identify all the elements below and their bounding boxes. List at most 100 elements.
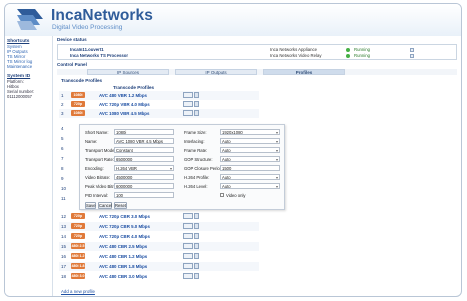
- profile-badge: 480i 2.5: [71, 243, 85, 249]
- profile-edit-button[interactable]: [183, 101, 193, 107]
- frame-rate-value: Auto: [222, 148, 231, 153]
- inca-logo-icon: [17, 9, 43, 30]
- profile-edit-button[interactable]: [183, 273, 193, 279]
- profile-menu-button[interactable]: [194, 223, 199, 229]
- profile-badge: 1080i: [71, 92, 85, 98]
- device-name[interactable]: Inca Networks TS Processor: [70, 53, 128, 58]
- profile-editor-panel: Short Name: 1080i Name: AVC 1080 VBR 4.5…: [79, 124, 285, 210]
- profile-name[interactable]: AVC 720p CBR 5.0 Mbps: [99, 224, 150, 229]
- profile-menu-button[interactable]: [194, 233, 199, 239]
- profile-menu-button[interactable]: [194, 263, 199, 269]
- profile-menu-button[interactable]: [194, 213, 199, 219]
- profile-row-number: 11: [59, 194, 79, 203]
- profile-row-number: 9: [59, 174, 79, 183]
- sidebar-item-maintenance[interactable]: Maintenance: [5, 64, 52, 69]
- profile-menu-button[interactable]: [194, 253, 199, 259]
- tab-ip-outputs[interactable]: IP Outputs: [175, 69, 257, 75]
- profile-menu-button[interactable]: [194, 273, 199, 279]
- profile-number: 11: [61, 196, 66, 201]
- frame-size-label: Frame Size:: [184, 130, 207, 135]
- profile-name[interactable]: AVC 720p CBR 4.0 Mbps: [99, 234, 150, 239]
- profile-menu-button[interactable]: [194, 92, 199, 98]
- interlacing-value: Auto: [222, 139, 231, 144]
- profile-edit-button[interactable]: [183, 223, 193, 229]
- profile-menu-button[interactable]: [194, 243, 199, 249]
- profile-edit-button[interactable]: [183, 213, 193, 219]
- profile-number: 18: [61, 274, 67, 279]
- add-profile-link[interactable]: Add a new profile: [61, 289, 95, 294]
- transcode-profiles-column-header: Transcode Profiles: [113, 85, 155, 90]
- profile-edit-button[interactable]: [183, 110, 193, 116]
- profile-name[interactable]: AVC 1080 VBR 4.5 Mbps: [99, 111, 149, 116]
- chevron-down-icon: ▾: [275, 139, 278, 144]
- tab-ip-sources[interactable]: IP Sources: [87, 69, 169, 75]
- profile-row-number: 5: [59, 134, 79, 143]
- profile-edit-button[interactable]: [183, 92, 193, 98]
- pid-interval-input[interactable]: 100: [114, 192, 174, 198]
- tab-profiles[interactable]: Profiles: [263, 69, 345, 75]
- gop-structure-select[interactable]: Auto ▾: [220, 156, 280, 162]
- profile-number: 17: [61, 264, 67, 269]
- profile-row: 18 480i 3.0 AVC 480 CBR 3.0 Mbps: [59, 272, 259, 281]
- device-type: Inca Networks Video Relay: [270, 53, 322, 58]
- profile-edit-button[interactable]: [183, 253, 193, 259]
- peak-video-bitrate-input[interactable]: 6000000: [114, 183, 174, 189]
- profile-badge: 480i 3.0: [71, 273, 85, 279]
- short-name-input[interactable]: 1080i: [114, 129, 174, 135]
- profile-name[interactable]: AVC 480 CBR 1.2 Mbps: [99, 254, 147, 259]
- encoding-select[interactable]: H.264 VBR ▾: [114, 165, 174, 171]
- device-action-button[interactable]: [410, 47, 414, 52]
- tab-bar: IP Sources IP Outputs Profiles: [57, 69, 457, 75]
- gop-structure-value: Auto: [222, 157, 231, 162]
- video-bitrate-label: Video Bitrate:: [85, 175, 111, 180]
- profile-number: 14: [61, 234, 67, 239]
- profile-name[interactable]: AVC 480 VBR 1.2 Mbps: [99, 93, 147, 98]
- device-status-title: Device status: [57, 37, 87, 42]
- frame-rate-select[interactable]: Auto ▾: [220, 147, 280, 153]
- profile-name[interactable]: AVC 480 CBR 1.8 Mbps: [99, 264, 147, 269]
- profile-number: 12: [61, 214, 67, 219]
- video-only-checkbox[interactable]: [220, 193, 224, 197]
- profile-name[interactable]: AVC 720p VBR 4.0 Mbps: [99, 102, 150, 107]
- profile-name[interactable]: AVC 480 CBR 3.0 Mbps: [99, 274, 147, 279]
- reset-button[interactable]: Reset: [114, 202, 127, 209]
- profile-number: 8: [61, 166, 64, 171]
- save-button[interactable]: Save: [85, 202, 96, 209]
- video-bitrate-input[interactable]: 4500000: [114, 174, 174, 180]
- profile-badge: 720p 4.0: [71, 233, 85, 244]
- profile-number: 10: [61, 186, 67, 191]
- device-action-button[interactable]: [410, 53, 414, 58]
- chevron-down-icon: ▾: [275, 184, 278, 189]
- frame-size-value: 1920x1080: [222, 130, 243, 135]
- sidebar: Shortcuts System IP Outputs TS Mirror TS…: [5, 36, 53, 296]
- profile-row: 17 480i 1.8 AVC 480 CBR 1.8 Mbps: [59, 262, 259, 271]
- profile-number: 3: [61, 111, 64, 116]
- interlacing-select[interactable]: Auto ▾: [220, 138, 280, 144]
- name-input[interactable]: AVC 1080 VBR 4.5 Mbps: [114, 138, 174, 144]
- profile-menu-button[interactable]: [194, 101, 199, 107]
- profile-edit-button[interactable]: [183, 233, 193, 239]
- profile-name[interactable]: AVC 720p CBR 3.0 Mbps: [99, 214, 150, 219]
- h264-level-select[interactable]: Auto ▾: [220, 183, 280, 189]
- encoding-value: H.264 VBR: [116, 166, 137, 171]
- profile-number: 13: [61, 224, 67, 229]
- device-name[interactable]: IncaIn11.ouvert1: [70, 47, 104, 52]
- frame-size-select[interactable]: 1920x1080 ▾: [220, 129, 280, 135]
- profile-row: 16 480i 1.2 AVC 480 CBR 1.2 Mbps: [59, 252, 259, 261]
- profile-row: 3 1080i AVC 1080 VBR 4.5 Mbps: [59, 109, 259, 118]
- profile-edit-button[interactable]: [183, 263, 193, 269]
- device-type: Inca Networks Appliance: [270, 47, 318, 52]
- profile-name[interactable]: AVC 480 CBR 2.5 Mbps: [99, 244, 147, 249]
- profile-number: 4: [61, 126, 64, 131]
- transport-mode-input[interactable]: Constant: [114, 147, 174, 153]
- transport-rate-input[interactable]: 6500000: [114, 156, 174, 162]
- h264-profile-select[interactable]: Auto ▾: [220, 174, 280, 180]
- gop-closure-period-input[interactable]: 1500: [220, 165, 280, 171]
- profile-menu-button[interactable]: [194, 110, 199, 116]
- transcode-profiles-title: Transcode Profiles: [61, 78, 103, 83]
- chevron-down-icon: ▾: [275, 148, 278, 153]
- profile-badge: 720p: [71, 101, 85, 107]
- profile-edit-button[interactable]: [183, 243, 193, 249]
- cancel-button[interactable]: Cancel: [98, 202, 112, 209]
- device-status-text: Running: [354, 47, 371, 52]
